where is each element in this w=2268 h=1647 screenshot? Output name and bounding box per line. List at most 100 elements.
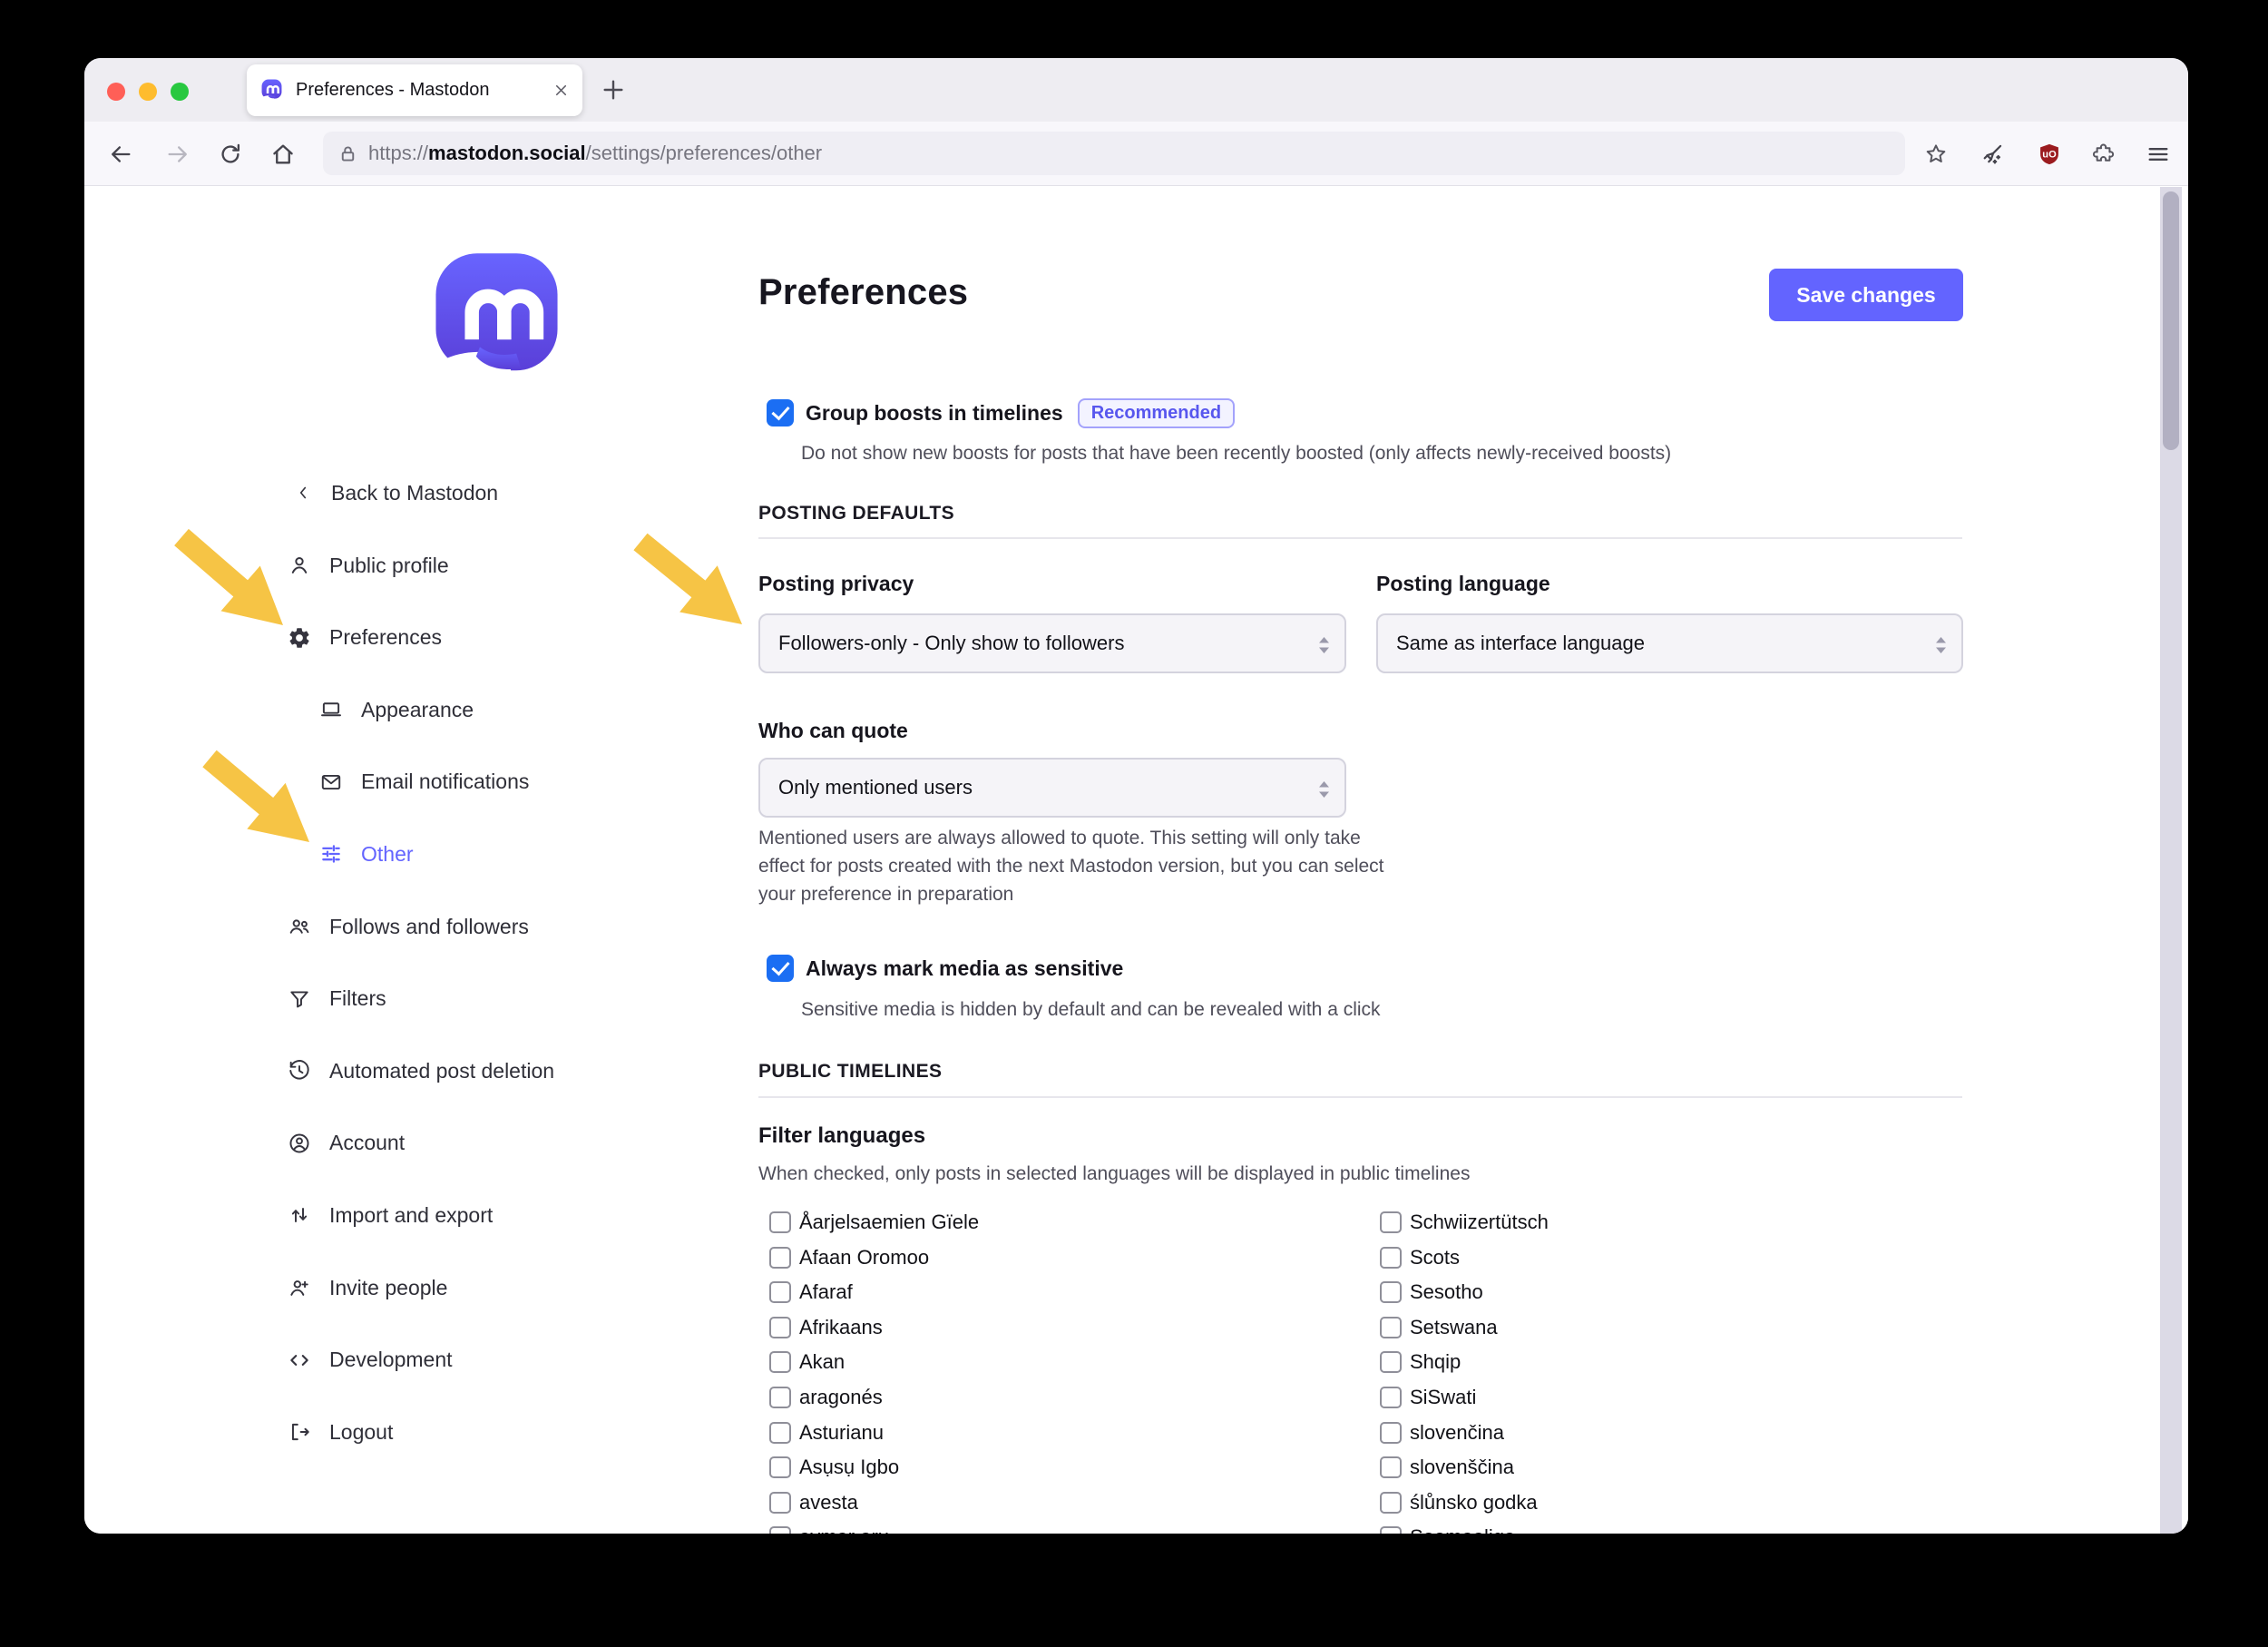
sidebar-item-preferences[interactable]: Preferences (288, 618, 442, 658)
language-label: aragonés (799, 1386, 883, 1409)
person-plus-icon (288, 1276, 311, 1299)
language-option-akan[interactable]: Akan (769, 1345, 845, 1379)
save-changes-button[interactable]: Save changes (1769, 269, 1963, 321)
url-domain: mastodon.social (428, 142, 586, 164)
code-icon (288, 1348, 311, 1372)
language-checkbox[interactable] (1380, 1387, 1402, 1408)
sidebar-item-account[interactable]: Account (288, 1123, 405, 1163)
language-checkbox[interactable] (769, 1492, 791, 1514)
posting-privacy-select[interactable]: Followers-only - Only show to followers (758, 613, 1346, 673)
language-checkbox[interactable] (769, 1211, 791, 1233)
language-label: slovenčina (1410, 1421, 1504, 1445)
language-checkbox[interactable] (1380, 1351, 1402, 1373)
group-boosts-checkbox[interactable] (767, 399, 794, 426)
language-option-sesotho[interactable]: Sesotho (1380, 1275, 1483, 1309)
select-updown-icon (1315, 632, 1333, 663)
sidebar-item-label: Appearance (361, 698, 474, 722)
language-checkbox[interactable] (769, 1351, 791, 1373)
language-checkbox[interactable] (1380, 1211, 1402, 1233)
language-option-aragon-s[interactable]: aragonés (769, 1380, 883, 1415)
language-checkbox[interactable] (769, 1247, 791, 1269)
language-checkbox[interactable] (769, 1387, 791, 1408)
section-public-timelines: PUBLIC TIMELINES (758, 1061, 942, 1083)
language-checkbox[interactable] (1380, 1492, 1402, 1514)
new-tab-icon[interactable] (599, 75, 628, 104)
sidebar-item-filters[interactable]: Filters (288, 979, 386, 1019)
sidebar-item-email-notifications[interactable]: Email notifications (319, 762, 529, 802)
sidebar-item-label: Preferences (329, 625, 442, 650)
language-checkbox[interactable] (1380, 1422, 1402, 1444)
language-option-afaan-oromoo[interactable]: Afaan Oromoo (769, 1240, 929, 1275)
sidebar-item-development[interactable]: Development (288, 1340, 453, 1380)
reload-icon[interactable] (218, 142, 243, 167)
language-checkbox[interactable] (769, 1317, 791, 1338)
tab-strip: Preferences - Mastodon (84, 58, 2188, 122)
posting-language-select[interactable]: Same as interface language (1376, 613, 1963, 673)
puzzle-extension-icon[interactable] (2091, 142, 2116, 167)
sidebar-item-back-to-mastodon[interactable]: Back to Mastodon (293, 473, 498, 513)
language-option--l-nsko-godka[interactable]: ślůnsko godka (1380, 1485, 1538, 1520)
language-option-as-s-igbo[interactable]: Asụsụ Igbo (769, 1450, 899, 1485)
language-checkbox[interactable] (1380, 1247, 1402, 1269)
who-can-quote-label: Who can quote (758, 719, 908, 743)
sidebar-item-other[interactable]: Other (319, 834, 414, 874)
menu-hamburger-icon[interactable] (2146, 142, 2171, 167)
language-checkbox[interactable] (769, 1526, 791, 1534)
language-option--arjelsaemien-g-ele[interactable]: Åarjelsaemien Gïele (769, 1205, 979, 1240)
language-label: ślůnsko godka (1410, 1491, 1538, 1515)
language-checkbox[interactable] (1380, 1317, 1402, 1338)
language-option-sloven-ina[interactable]: slovenčina (1380, 1416, 1504, 1450)
traffic-light-close[interactable] (107, 83, 125, 101)
bookmark-star-icon[interactable] (1923, 142, 1949, 167)
sidebar-item-follows-and-followers[interactable]: Follows and followers (288, 907, 529, 946)
scrollbar-thumb[interactable] (2163, 191, 2179, 450)
traffic-light-minimize[interactable] (139, 83, 157, 101)
sensitive-media-label: Always mark media as sensitive (806, 956, 1123, 981)
language-option-soomaaliga[interactable]: Soomaaliga (1380, 1520, 1515, 1534)
language-option-siswati[interactable]: SiSwati (1380, 1380, 1476, 1415)
address-bar[interactable]: https://mastodon.social/settings/prefere… (323, 132, 1905, 175)
person-icon (288, 554, 311, 577)
language-checkbox[interactable] (769, 1422, 791, 1444)
language-option-aymar-aru[interactable]: aymar aru (769, 1520, 889, 1534)
sensitive-media-checkbox[interactable] (767, 955, 794, 982)
language-option-afaraf[interactable]: Afaraf (769, 1275, 853, 1309)
recommended-badge: Recommended (1078, 398, 1235, 428)
mastodon-logo[interactable] (422, 245, 572, 395)
language-label: SiSwati (1410, 1386, 1476, 1409)
ublock-shield-icon[interactable]: uO (2037, 142, 2062, 167)
sidebar-item-logout[interactable]: Logout (288, 1412, 393, 1452)
language-checkbox[interactable] (1380, 1281, 1402, 1303)
language-checkbox[interactable] (1380, 1526, 1402, 1534)
gear-icon (288, 626, 311, 650)
traffic-light-zoom[interactable] (171, 83, 189, 101)
language-option-afrikaans[interactable]: Afrikaans (769, 1310, 883, 1345)
language-checkbox[interactable] (769, 1456, 791, 1478)
language-option-asturianu[interactable]: Asturianu (769, 1416, 884, 1450)
back-icon[interactable] (108, 142, 133, 167)
language-label: slovenščina (1410, 1456, 1514, 1479)
sidebar-item-public-profile[interactable]: Public profile (288, 545, 449, 585)
sidebar-item-label: Account (329, 1131, 405, 1155)
language-option-scots[interactable]: Scots (1380, 1240, 1460, 1275)
laptop-icon (319, 698, 343, 721)
broom-icon[interactable] (1980, 142, 2005, 167)
language-option-shqip[interactable]: Shqip (1380, 1345, 1461, 1379)
language-checkbox[interactable] (769, 1281, 791, 1303)
who-can-quote-select[interactable]: Only mentioned users (758, 758, 1346, 818)
tab-close-icon[interactable] (552, 82, 570, 99)
language-option-avesta[interactable]: avesta (769, 1485, 858, 1520)
sidebar-item-appearance[interactable]: Appearance (319, 690, 474, 730)
language-option-schwiizert-tsch[interactable]: Schwiizertütsch (1380, 1205, 1549, 1240)
browser-tab[interactable]: Preferences - Mastodon (247, 64, 582, 116)
sidebar-item-import-and-export[interactable]: Import and export (288, 1195, 493, 1235)
forward-icon[interactable] (165, 142, 191, 167)
home-icon[interactable] (270, 142, 296, 167)
sidebar-item-invite-people[interactable]: Invite people (288, 1268, 447, 1308)
sidebar-item-automated-post-deletion[interactable]: Automated post deletion (288, 1051, 554, 1091)
language-option-setswana[interactable]: Setswana (1380, 1310, 1498, 1345)
language-label: Schwiizertütsch (1410, 1211, 1549, 1234)
language-label: Soomaaliga (1410, 1525, 1515, 1534)
language-checkbox[interactable] (1380, 1456, 1402, 1478)
language-option-sloven-ina[interactable]: slovenščina (1380, 1450, 1514, 1485)
